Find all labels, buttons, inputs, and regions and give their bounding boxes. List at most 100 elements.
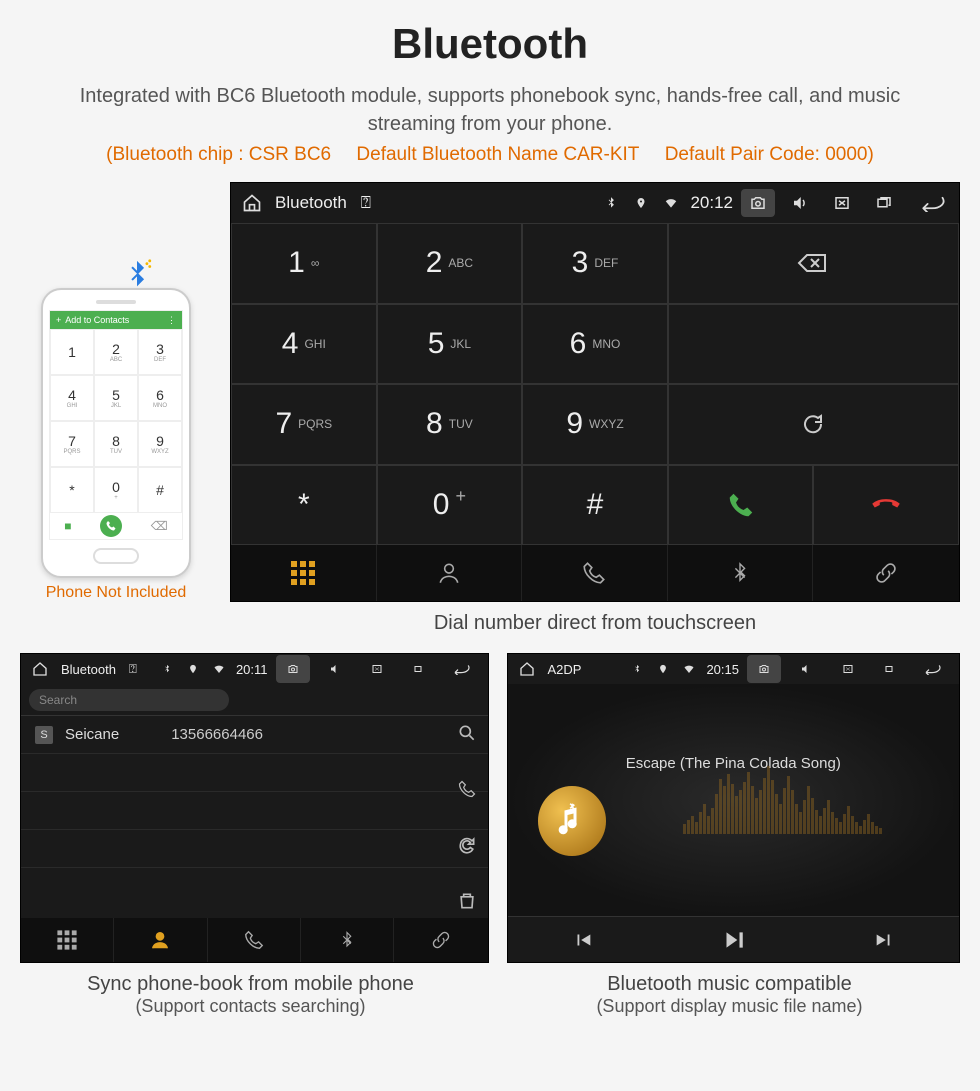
screenshot-button[interactable] [276,655,310,683]
status-time: 20:12 [690,193,733,213]
dial-key[interactable]: 4GHI [231,304,377,385]
dial-key[interactable]: 3DEF [522,223,668,304]
tab-keypad[interactable] [21,918,114,962]
tab-pair[interactable] [394,918,487,962]
home-icon[interactable] [241,193,263,213]
phone-key: * [50,467,94,513]
phone-key: 0+ [94,467,138,513]
close-button[interactable] [825,189,859,217]
contact-name: Seicane [65,726,119,743]
spec-chip: (Bluetooth chip : CSR BC6 [106,144,331,165]
next-track-button[interactable] [809,929,960,951]
status-bar: Bluetooth ⍰ 20:12 [231,183,959,223]
side-call-icon[interactable] [452,774,482,804]
dial-key[interactable]: # [522,465,668,546]
bluetooth-status-icon [158,663,176,675]
phone-back-icon: ⌫ [151,519,168,533]
dial-key[interactable]: * [231,465,377,546]
contact-row-empty [21,830,488,868]
location-icon [184,663,202,675]
music-bluetooth-icon [538,786,606,856]
home-icon[interactable] [31,661,49,677]
dial-key[interactable]: 6MNO [522,304,668,385]
side-search-icon[interactable] [452,718,482,748]
phone-key: 5JKL [94,375,138,421]
tab-keypad[interactable] [231,545,377,601]
music-status-title: A2DP [548,662,582,677]
tab-contacts[interactable] [377,545,523,601]
phone-key: 1 [50,329,94,375]
phone-key: # [138,467,182,513]
phone-keypad: 12ABC3DEF4GHI5JKL6MNO7PQRS8TUV9WXYZ*0+# [50,329,182,513]
pb-status-time: 20:11 [236,662,268,677]
location-icon [630,196,652,210]
contact-number: 13566664466 [171,726,263,743]
redial-button[interactable] [668,384,959,465]
main-caption: Dial number direct from touchscreen [230,612,960,635]
dial-key[interactable]: 8TUV [377,384,523,465]
tab-bar [231,545,959,601]
tab-call-log[interactable] [522,545,668,601]
music-screenshot: A2DP 20:15 Escape (The Pina Colada Song) [507,653,960,963]
contact-row[interactable]: S Seicane 13566664466 [21,716,488,754]
volume-button[interactable] [318,655,352,683]
dial-key[interactable]: 2ABC [377,223,523,304]
volume-button[interactable] [783,189,817,217]
pb-tab-bar [21,918,488,962]
play-pause-button[interactable] [658,927,809,953]
close-button[interactable] [831,655,865,683]
tab-contacts[interactable] [114,918,207,962]
home-icon[interactable] [518,661,536,677]
dial-key[interactable]: 7PQRS [231,384,377,465]
dial-key[interactable]: 1∞ [231,223,377,304]
call-button[interactable] [668,465,814,546]
spec-name: Default Bluetooth Name CAR-KIT [356,144,639,165]
back-button[interactable] [444,655,478,683]
equalizer-visual [606,754,959,834]
close-button[interactable] [360,655,394,683]
hangup-button[interactable] [813,465,959,546]
tab-pair[interactable] [813,545,959,601]
prev-track-button[interactable] [508,929,659,951]
recent-apps-button[interactable] [402,655,436,683]
page-title: Bluetooth [20,20,960,68]
recent-apps-button[interactable] [867,189,901,217]
spec-code: Default Pair Code: 0000) [665,144,874,165]
bluetooth-status-icon [628,663,646,675]
volume-button[interactable] [789,655,823,683]
back-button[interactable] [915,655,949,683]
phone-mockup: + Add to Contacts ⋮ 12ABC3DEF4GHI5JKL6MN… [20,254,212,602]
phone-key: 6MNO [138,375,182,421]
recent-apps-button[interactable] [873,655,907,683]
dial-key[interactable]: 0+ [377,465,523,546]
dial-key[interactable]: 5JKL [377,304,523,385]
phone-video-icon: ■ [64,519,71,533]
side-refresh-icon[interactable] [452,830,482,860]
screenshot-button[interactable] [741,189,775,217]
phone-key: 9WXYZ [138,421,182,467]
music-controls [508,916,959,962]
pb-status-bar: Bluetooth ⍰ 20:11 [21,654,488,684]
bluetooth-icon [120,258,154,292]
wifi-icon [680,663,698,675]
search-input[interactable]: Search [29,689,229,711]
side-delete-icon[interactable] [452,886,482,916]
backspace-button[interactable] [668,223,959,304]
contact-row-empty [21,792,488,830]
screenshot-button[interactable] [747,655,781,683]
tab-call-log[interactable] [208,918,301,962]
empty-cell [668,304,959,385]
phone-caption: Phone Not Included [20,584,212,602]
phone-call-button [100,515,122,537]
status-title: Bluetooth [275,193,347,213]
dial-key[interactable]: 9WXYZ [522,384,668,465]
contact-row-empty [21,754,488,792]
tab-bluetooth[interactable] [668,545,814,601]
pb-status-title: Bluetooth [61,662,116,677]
main-screenshot: Bluetooth ⍰ 20:12 [230,182,960,602]
tab-bluetooth[interactable] [301,918,394,962]
phone-key: 4GHI [50,375,94,421]
phone-key: 3DEF [138,329,182,375]
usb-icon: ⍰ [124,661,142,677]
back-button[interactable] [915,189,949,217]
